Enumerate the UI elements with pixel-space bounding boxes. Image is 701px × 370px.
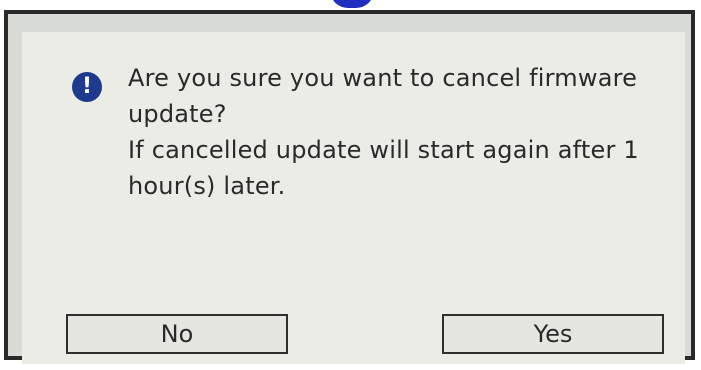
message-line-2: update? bbox=[128, 100, 227, 128]
confirm-dialog: ! Are you sure you want to cancel firmwa… bbox=[22, 32, 685, 364]
no-button[interactable]: No bbox=[66, 314, 288, 354]
dialog-message: Are you sure you want to cancel firmware… bbox=[128, 60, 648, 204]
message-line-1: Are you sure you want to cancel firmware bbox=[128, 64, 638, 92]
message-line-4: hour(s) later. bbox=[128, 172, 286, 200]
top-indicator-shape bbox=[330, 0, 374, 8]
message-line-3: If cancelled update will start again aft… bbox=[128, 136, 639, 164]
device-frame: ! Are you sure you want to cancel firmwa… bbox=[4, 10, 695, 364]
exclamation-icon: ! bbox=[72, 72, 102, 102]
yes-button[interactable]: Yes bbox=[442, 314, 664, 354]
screen: ! Are you sure you want to cancel firmwa… bbox=[0, 0, 701, 370]
